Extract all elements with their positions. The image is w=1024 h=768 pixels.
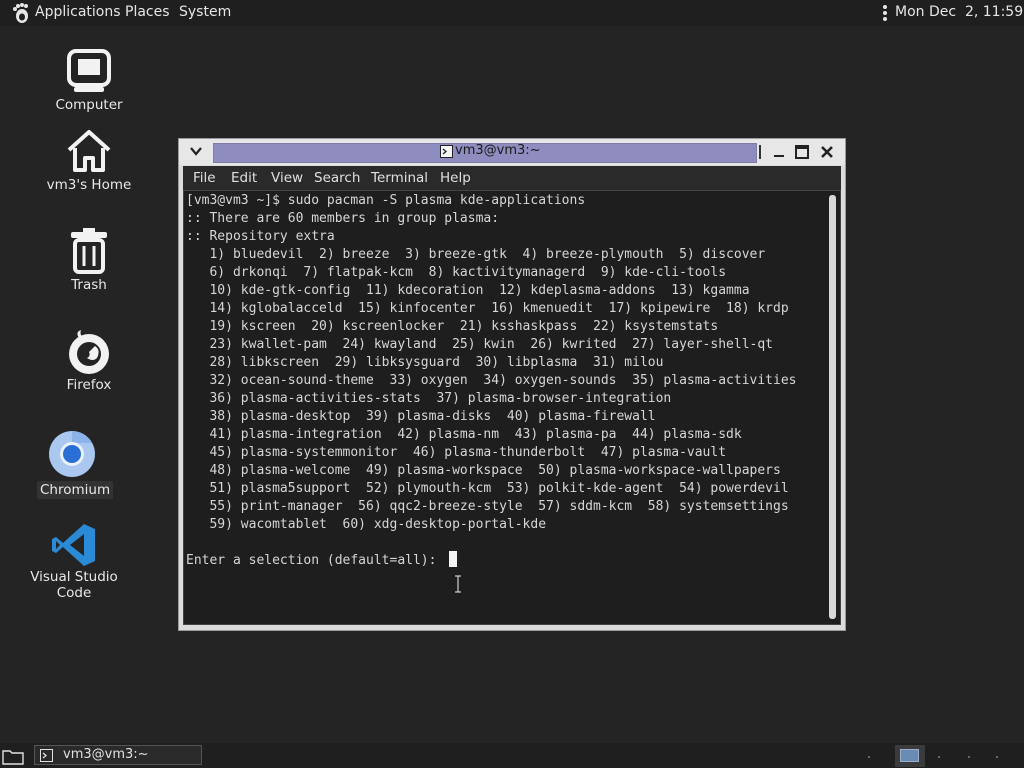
desktop-icon-firefox[interactable]: Firefox (29, 326, 149, 398)
minimize-icon[interactable] (771, 144, 787, 160)
desktop-icon-trash[interactable]: Trash (29, 224, 149, 296)
taskbar-item-terminal[interactable]: vm3@vm3:~ (34, 745, 202, 765)
workspace-switcher-1[interactable] (895, 745, 925, 767)
vscode-icon (52, 524, 95, 566)
workspace-dot (996, 756, 998, 758)
menu-terminal[interactable]: Terminal (371, 170, 428, 186)
terminal-icon (40, 749, 53, 762)
desktop-icon-label: Chromium (37, 481, 113, 499)
maximize-icon[interactable] (794, 144, 810, 160)
desktop-icon-computer[interactable]: Computer (29, 44, 149, 116)
taskbar: vm3@vm3:~ (0, 743, 1024, 768)
menu-view[interactable]: View (271, 170, 303, 186)
desktop-icon-chromium[interactable]: Chromium (12, 430, 132, 502)
gnome-foot-icon[interactable] (10, 2, 32, 24)
terminal-icon (440, 145, 453, 158)
home-icon (67, 130, 111, 172)
desktop-icon-label: Visual Studio Code (30, 569, 118, 601)
window-title: vm3@vm3:~ (455, 143, 541, 158)
menu-edit[interactable]: Edit (231, 170, 257, 186)
show-desktop-icon[interactable] (2, 747, 24, 765)
firefox-icon (69, 330, 109, 374)
terminal-window[interactable]: vm3@vm3:~ File Edit View Search Terminal… (178, 138, 846, 631)
ibeam-cursor-icon (455, 575, 461, 593)
workspace-dot (868, 756, 870, 758)
scrollbar[interactable] (829, 195, 836, 619)
monitor-icon (67, 49, 111, 92)
desktop-icon-label: Firefox (66, 377, 112, 393)
menu-places[interactable]: Places (125, 4, 170, 20)
terminal-output[interactable]: [vm3@vm3 ~]$ sudo pacman -S plasma kde-a… (186, 192, 796, 570)
desktop-icon-home[interactable]: vm3's Home (29, 124, 149, 196)
close-icon[interactable] (819, 144, 835, 160)
taskbar-item-label: vm3@vm3:~ (63, 747, 149, 762)
workspace-dot (968, 756, 970, 758)
window-titlebar[interactable]: vm3@vm3:~ (179, 139, 845, 165)
trash-icon (71, 228, 107, 274)
clock[interactable]: Mon Dec 2, 11:59 PM (895, 4, 1024, 20)
menu-applications[interactable]: Applications (35, 4, 121, 20)
terminal-content[interactable]: [vm3@vm3 ~]$ sudo pacman -S plasma kde-a… (183, 190, 841, 625)
text-cursor (449, 551, 457, 567)
menu-search[interactable]: Search (314, 170, 360, 186)
desktop-icon-label: vm3's Home (46, 177, 132, 193)
chromium-icon (49, 431, 95, 477)
menu-help[interactable]: Help (440, 170, 471, 186)
workspace-dot (938, 756, 940, 758)
overflow-menu-icon[interactable] (882, 4, 888, 22)
desktop-icon-vscode[interactable]: Visual Studio Code (14, 520, 134, 601)
menu-system[interactable]: System (179, 4, 231, 20)
titlebar-separator (759, 145, 761, 159)
terminal-menubar: File Edit View Search Terminal Help (183, 166, 841, 190)
desktop-icon-label: Computer (55, 97, 123, 113)
chevron-down-icon[interactable] (187, 143, 205, 159)
desktop-icon-label: Trash (71, 277, 107, 293)
menu-file[interactable]: File (193, 170, 216, 186)
workspace-preview (900, 749, 919, 762)
top-panel: Applications Places System Mon Dec 2, 11… (0, 0, 1024, 26)
